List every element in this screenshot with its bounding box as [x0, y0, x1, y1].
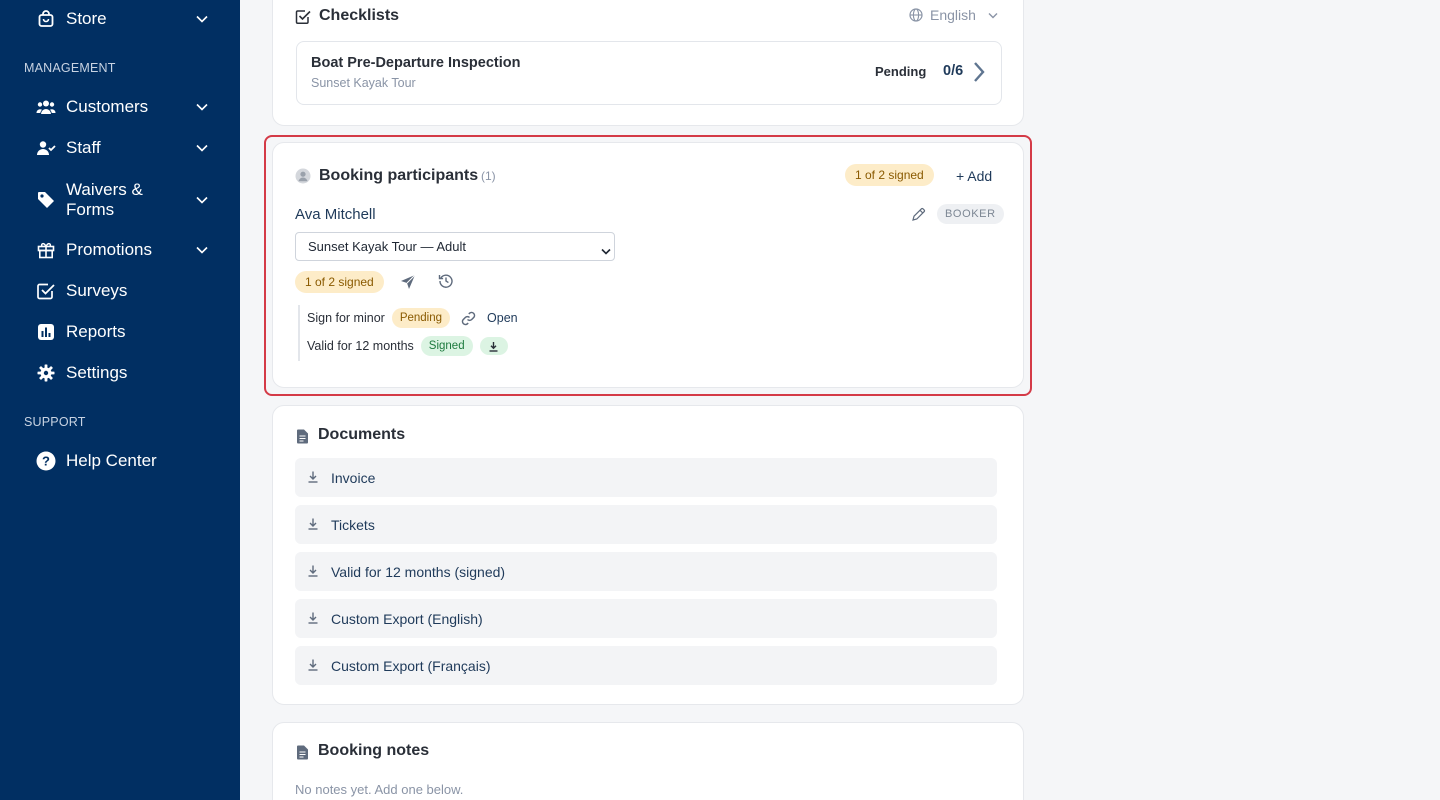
sidebar-item-label: Reports [66, 322, 126, 341]
sidebar-item-help-center[interactable]: ? Help Center [0, 444, 240, 478]
chevron-down-icon [988, 12, 998, 19]
sidebar-item-label: Help Center [66, 451, 157, 470]
users-icon [36, 97, 56, 117]
document-label: Valid for 12 months (signed) [331, 563, 506, 580]
checklists-title: Checklists [319, 7, 400, 24]
sidebar-item-staff[interactable]: Staff [0, 131, 240, 165]
checklist-item[interactable]: Boat Pre-Departure Inspection Sunset Kay… [296, 41, 1002, 105]
document-label: Custom Export (English) [331, 610, 483, 627]
chevron-down-icon[interactable] [194, 11, 210, 27]
selection-highlight [264, 135, 1032, 396]
download-icon [307, 564, 319, 582]
chevron-right-icon[interactable] [973, 61, 985, 88]
staff-icon [36, 138, 56, 158]
document-item[interactable]: Custom Export (English) [295, 599, 997, 638]
document-icon [296, 429, 309, 449]
sidebar-item-label: Store [66, 9, 107, 28]
document-icon [296, 745, 309, 765]
document-item[interactable]: Valid for 12 months (signed) [295, 552, 997, 591]
document-item[interactable]: Invoice [295, 458, 997, 497]
chevron-down-icon[interactable] [194, 192, 210, 208]
download-icon [307, 470, 319, 488]
checklists-card: Checklists English Boat Pre-Departure In… [272, 0, 1024, 126]
sidebar-item-label: Staff [66, 138, 101, 157]
document-label: Custom Export (Français) [331, 657, 491, 674]
checklist-status: Pending [875, 64, 927, 79]
checkbox-icon [36, 281, 56, 301]
document-label: Invoice [331, 469, 376, 486]
notes-title: Booking notes [318, 742, 430, 759]
sidebar-item-reports[interactable]: Reports [0, 315, 240, 349]
sidebar-item-label: Settings [66, 363, 128, 382]
sidebar-item-store[interactable]: Store [0, 2, 240, 36]
gift-icon [36, 240, 56, 260]
chevron-down-icon[interactable] [194, 140, 210, 156]
checklist-icon [295, 9, 311, 30]
download-icon [307, 611, 319, 629]
download-icon [307, 658, 319, 676]
bag-icon [36, 9, 56, 29]
chevron-down-icon[interactable] [194, 99, 210, 115]
booking-notes-card: Booking notes No notes yet. Add one belo… [272, 722, 1024, 800]
sidebar-item-settings[interactable]: Settings [0, 356, 240, 390]
sidebar: Store MANAGEMENT Customers Staff Waivers… [0, 0, 240, 800]
checklist-name: Boat Pre-Departure Inspection [311, 55, 521, 71]
sidebar-item-label: Surveys [66, 281, 128, 300]
sidebar-item-label: Waivers & [66, 180, 143, 199]
help-icon: ? [36, 451, 56, 471]
document-item[interactable]: Tickets [295, 505, 997, 544]
language-selector[interactable]: English [909, 7, 998, 23]
sidebar-item-label: Customers [66, 97, 149, 116]
language-label: English [930, 7, 976, 23]
chart-icon [36, 322, 56, 342]
notes-empty-text: No notes yet. Add one below. [295, 782, 464, 797]
section-title-management: MANAGEMENT [24, 61, 116, 75]
documents-title: Documents [318, 426, 406, 443]
documents-card: Documents Invoice Tickets Valid for 12 m… [272, 405, 1024, 705]
sidebar-item-surveys[interactable]: Surveys [0, 274, 240, 308]
sidebar-item-label: Promotions [66, 240, 152, 259]
sidebar-item-label-line2: Forms [66, 200, 115, 219]
gear-icon [36, 363, 56, 383]
sidebar-item-customers[interactable]: Customers [0, 90, 240, 124]
globe-icon [909, 8, 923, 22]
document-label: Tickets [331, 516, 375, 533]
chevron-down-icon[interactable] [194, 242, 210, 258]
document-item[interactable]: Custom Export (Français) [295, 646, 997, 685]
checklist-subtitle: Sunset Kayak Tour [311, 76, 416, 90]
tag-icon [36, 190, 56, 210]
download-icon [307, 517, 319, 535]
svg-text:?: ? [42, 454, 50, 469]
section-title-support: SUPPORT [24, 415, 86, 429]
sidebar-item-promotions[interactable]: Promotions [0, 233, 240, 267]
sidebar-item-waivers-forms[interactable]: Waivers & Forms [0, 178, 240, 222]
checklist-progress: 0/6 [943, 63, 964, 79]
